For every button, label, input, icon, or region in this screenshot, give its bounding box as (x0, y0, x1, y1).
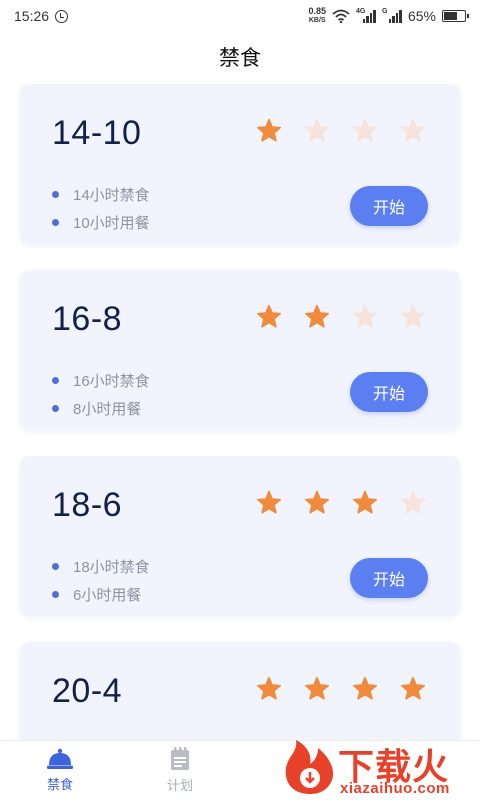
star-filled-icon (256, 118, 282, 142)
plan-name: 14-10 (52, 114, 142, 152)
star-filled-icon (400, 676, 426, 700)
star-filled-icon (304, 676, 330, 700)
plan-card-16-8[interactable]: 16-8 16小时禁食 8小时用餐 开始 (20, 270, 460, 430)
bullet-dot-icon (52, 218, 59, 226)
status-left: 15:26 (14, 8, 69, 24)
difficulty-stars (256, 676, 426, 702)
watermark-url: xiazaihuo.com (340, 780, 450, 797)
difficulty-stars (256, 304, 426, 330)
star-filled-icon (256, 304, 282, 328)
star-empty-icon (400, 118, 426, 142)
signal-tag-1: 4G (355, 7, 366, 15)
detail-fasting: 16小时禁食 (52, 366, 150, 394)
nav-label-plan: 计划 (166, 778, 193, 793)
fasting-text: 14小时禁食 (73, 186, 150, 204)
alarm-icon (55, 9, 69, 23)
difficulty-stars (256, 490, 426, 516)
battery-percent: 65% (407, 8, 436, 24)
bullet-dot-icon (52, 376, 59, 384)
star-filled-icon (304, 490, 330, 514)
difficulty-stars (256, 118, 426, 144)
signal-tag-2: G (381, 7, 388, 15)
flame-logo-icon (285, 740, 334, 794)
bullet-dot-icon (52, 590, 59, 598)
star-empty-icon (400, 490, 426, 514)
fasting-text: 16小时禁食 (73, 372, 150, 390)
eating-text: 8小时用餐 (73, 400, 142, 418)
wifi-icon (332, 9, 350, 23)
start-button[interactable]: 开始 (350, 372, 428, 412)
star-empty-icon (400, 304, 426, 328)
nav-item-plan[interactable]: 计划 (120, 741, 240, 800)
signal-icon-2: G (381, 7, 402, 23)
star-filled-icon (352, 676, 378, 700)
status-right: 0.85 KB/S 4G G 65% (308, 7, 469, 25)
eating-text: 10小时用餐 (73, 214, 150, 232)
battery-icon (442, 10, 469, 22)
plan-notepad-icon (171, 747, 189, 770)
detail-fasting: 14小时禁食 (52, 180, 150, 208)
plan-detail: 18小时禁食 6小时用餐 (52, 552, 150, 608)
nav-label-fasting: 禁食 (46, 777, 73, 792)
detail-fasting: 18小时禁食 (52, 552, 150, 580)
star-filled-icon (256, 676, 282, 700)
start-button[interactable]: 开始 (350, 186, 428, 226)
bullet-dot-icon (52, 562, 59, 570)
net-speed-unit: KB/S (308, 17, 326, 24)
page-title: 禁食 (219, 47, 261, 70)
plan-detail: 14小时禁食 10小时用餐 (52, 180, 150, 236)
signal-icon-1: 4G (355, 7, 376, 23)
star-filled-icon (304, 304, 330, 328)
detail-eating: 10小时用餐 (52, 208, 150, 236)
bullet-dot-icon (52, 190, 59, 198)
net-speed-value: 0.85 (308, 6, 326, 16)
nav-item-fasting[interactable]: 禁食 (0, 741, 120, 800)
watermark-logo: 下载火 xiazaihuo.com (282, 738, 480, 800)
bullet-dot-icon (52, 404, 59, 412)
detail-eating: 6小时用餐 (52, 580, 150, 608)
star-filled-icon (256, 490, 282, 514)
plan-name: 16-8 (52, 300, 123, 338)
plan-detail: 16小时禁食 8小时用餐 (52, 366, 150, 422)
fasting-text: 18小时禁食 (73, 558, 150, 576)
status-time: 15:26 (14, 8, 50, 24)
detail-eating: 8小时用餐 (52, 394, 150, 422)
start-button[interactable]: 开始 (350, 558, 428, 598)
net-speed: 0.85 KB/S (308, 7, 326, 25)
plan-card-18-6[interactable]: 18-6 18小时禁食 6小时用餐 开始 (20, 456, 460, 616)
star-empty-icon (352, 118, 378, 142)
star-filled-icon (352, 490, 378, 514)
status-bar: 15:26 0.85 KB/S 4G G 65% (0, 0, 480, 32)
eating-text: 6小时用餐 (73, 586, 142, 604)
star-empty-icon (304, 118, 330, 142)
plan-name: 20-4 (52, 672, 123, 710)
plan-card-14-10[interactable]: 14-10 14小时禁食 10小时用餐 开始 (20, 84, 460, 244)
star-empty-icon (352, 304, 378, 328)
fasting-dome-icon (47, 748, 73, 769)
plan-name: 18-6 (52, 486, 123, 524)
